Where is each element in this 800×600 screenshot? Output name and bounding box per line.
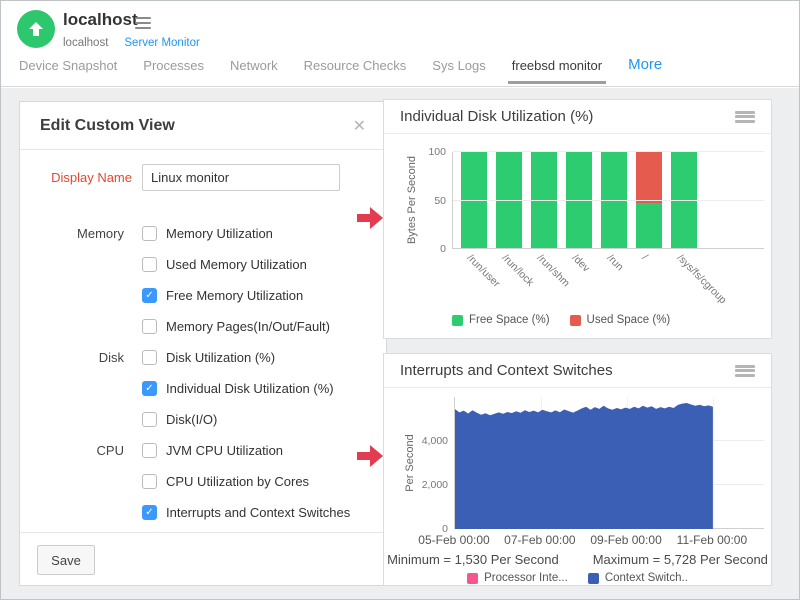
breadcrumb-server-monitor-link[interactable]: Server Monitor bbox=[124, 37, 199, 49]
checkbox-row: CPU Utilization by Cores bbox=[20, 466, 386, 497]
dialog-header: Edit Custom View ✕ bbox=[20, 102, 386, 150]
checkbox-individual-disk-utilization[interactable]: ✓ bbox=[142, 381, 157, 396]
chart-legend: Processor Inte... Context Switch.. bbox=[384, 572, 771, 584]
tab-bar: Device Snapshot Processes Network Resour… bbox=[19, 56, 662, 86]
checkbox-row: Used Memory Utilization bbox=[20, 249, 386, 280]
checkbox-label: Memory Pages(In/Out/Fault) bbox=[166, 319, 330, 334]
close-icon[interactable]: ✕ bbox=[353, 116, 366, 136]
monitor-status-icon bbox=[17, 10, 55, 48]
legend-label: Context Switch.. bbox=[605, 572, 688, 584]
interrupts-chart-card: Interrupts and Context Switches Per Seco… bbox=[383, 353, 772, 586]
checkbox-row: Memory Pages(In/Out/Fault) bbox=[20, 311, 386, 342]
breadcrumb: localhost Server Monitor bbox=[63, 37, 200, 49]
checkbox-label: Individual Disk Utilization (%) bbox=[166, 381, 334, 396]
group-label-memory: Memory bbox=[20, 226, 142, 241]
tab-processes[interactable]: Processes bbox=[143, 58, 204, 86]
chart-menu-icon[interactable] bbox=[735, 365, 755, 377]
checkbox-disk-utilization[interactable] bbox=[142, 350, 157, 365]
chart-card-header: Interrupts and Context Switches bbox=[384, 354, 771, 388]
dialog-title: Edit Custom View bbox=[40, 117, 175, 135]
legend-swatch-pink bbox=[467, 573, 478, 584]
checkbox-disk-io[interactable] bbox=[142, 412, 157, 427]
checkbox-label: Interrupts and Context Switches bbox=[166, 505, 350, 520]
minimum-value: Minimum = 1,530 Per Second bbox=[387, 552, 559, 567]
main-content: Edit Custom View ✕ Display Name MemoryMe… bbox=[1, 88, 800, 600]
chart-title: Interrupts and Context Switches bbox=[400, 362, 613, 379]
tab-resource-checks[interactable]: Resource Checks bbox=[304, 58, 407, 86]
disk-utilization-chart-card: Individual Disk Utilization (%) Bytes Pe… bbox=[383, 99, 772, 339]
checkbox-row: Disk Disk Utilization (%) bbox=[20, 342, 386, 373]
hamburger-menu-icon[interactable] bbox=[135, 17, 151, 29]
checkbox-interrupts-context-switches[interactable]: ✓ bbox=[142, 505, 157, 520]
arrow-to-disk-chart-icon bbox=[357, 207, 383, 229]
dialog-footer: Save bbox=[20, 532, 386, 585]
legend-label: Processor Inte... bbox=[484, 572, 568, 584]
checkbox-memory-pages[interactable] bbox=[142, 319, 157, 334]
chart-menu-icon[interactable] bbox=[735, 111, 755, 123]
area-plot bbox=[454, 397, 764, 529]
metric-checkbox-list: Memory Memory Utilization Used Memory Uti… bbox=[20, 218, 386, 528]
app-window: localhost localhost Server Monitor Devic… bbox=[0, 0, 800, 600]
checkbox-row: ✓ Individual Disk Utilization (%) bbox=[20, 373, 386, 404]
tab-freebsd-monitor[interactable]: freebsd monitor bbox=[512, 58, 602, 86]
checkbox-label: CPU Utilization by Cores bbox=[166, 474, 309, 489]
legend-processor-interrupts[interactable]: Processor Inte... bbox=[467, 572, 568, 584]
arrow-to-interrupts-chart-icon bbox=[357, 445, 383, 467]
legend-free-space[interactable]: Free Space (%) bbox=[452, 314, 550, 326]
display-name-label: Display Name bbox=[20, 170, 142, 185]
stacked-bar-plot bbox=[452, 152, 764, 249]
checkbox-label: Memory Utilization bbox=[166, 226, 273, 241]
checkbox-label: Disk(I/O) bbox=[166, 412, 217, 427]
context-switches-area-series bbox=[455, 403, 713, 529]
save-button[interactable]: Save bbox=[37, 545, 95, 575]
display-name-row: Display Name bbox=[20, 164, 386, 191]
x-axis-labels: /run/user/run/lock/run/shm/dev/run//sys/… bbox=[452, 252, 764, 314]
page-header: localhost localhost Server Monitor Devic… bbox=[1, 1, 799, 87]
tab-network[interactable]: Network bbox=[230, 58, 278, 86]
checkbox-row: Memory Memory Utilization bbox=[20, 218, 386, 249]
x-axis-labels: 05-Feb 00:0007-Feb 00:0009-Feb 00:0011-F… bbox=[454, 533, 764, 547]
checkbox-label: Free Memory Utilization bbox=[166, 288, 303, 303]
breadcrumb-host: localhost bbox=[63, 37, 108, 49]
display-name-input[interactable] bbox=[142, 164, 340, 191]
up-arrow-icon bbox=[26, 19, 46, 39]
chart-legend: Free Space (%) Used Space (%) bbox=[452, 314, 670, 326]
group-label-disk: Disk bbox=[20, 350, 142, 365]
legend-context-switches[interactable]: Context Switch.. bbox=[588, 572, 688, 584]
checkbox-label: Disk Utilization (%) bbox=[166, 350, 275, 365]
tab-more[interactable]: More bbox=[628, 56, 662, 86]
tab-device-snapshot[interactable]: Device Snapshot bbox=[19, 58, 117, 86]
checkbox-used-memory-utilization[interactable] bbox=[142, 257, 157, 272]
legend-swatch-green bbox=[452, 315, 463, 326]
checkbox-row: Disk(I/O) bbox=[20, 404, 386, 435]
tab-sys-logs[interactable]: Sys Logs bbox=[432, 58, 485, 86]
legend-swatch-blue bbox=[588, 573, 599, 584]
page-title: localhost bbox=[63, 10, 138, 30]
legend-swatch-red bbox=[570, 315, 581, 326]
legend-used-space[interactable]: Used Space (%) bbox=[570, 314, 671, 326]
checkbox-label: Used Memory Utilization bbox=[166, 257, 307, 272]
min-max-summary: Minimum = 1,530 Per Second Maximum = 5,7… bbox=[384, 552, 771, 567]
checkbox-free-memory-utilization[interactable]: ✓ bbox=[142, 288, 157, 303]
chart-title: Individual Disk Utilization (%) bbox=[400, 108, 593, 125]
checkbox-memory-utilization[interactable] bbox=[142, 226, 157, 241]
checkbox-cpu-utilization-by-cores[interactable] bbox=[142, 474, 157, 489]
maximum-value: Maximum = 5,728 Per Second bbox=[593, 552, 768, 567]
checkbox-jvm-cpu-utilization[interactable] bbox=[142, 443, 157, 458]
group-label-cpu: CPU bbox=[20, 443, 142, 458]
checkbox-row: ✓ Interrupts and Context Switches bbox=[20, 497, 386, 528]
checkbox-label: JVM CPU Utilization bbox=[166, 443, 283, 458]
checkbox-row: ✓ Free Memory Utilization bbox=[20, 280, 386, 311]
chart-card-header: Individual Disk Utilization (%) bbox=[384, 100, 771, 134]
checkbox-row: CPU JVM CPU Utilization bbox=[20, 435, 386, 466]
edit-custom-view-dialog: Edit Custom View ✕ Display Name MemoryMe… bbox=[19, 101, 387, 586]
legend-label: Used Space (%) bbox=[587, 314, 671, 326]
legend-label: Free Space (%) bbox=[469, 314, 550, 326]
